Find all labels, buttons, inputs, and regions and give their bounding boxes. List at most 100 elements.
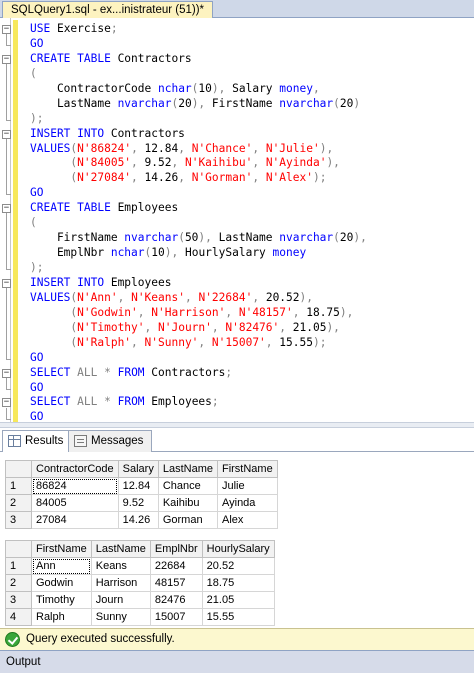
tab-results[interactable]: Results: [2, 430, 73, 453]
code-line[interactable]: GO: [14, 351, 472, 366]
code-line[interactable]: (N'Godwin', N'Harrison', N'48157', 18.75…: [14, 306, 472, 321]
grid-cell[interactable]: Julie: [216, 477, 278, 495]
grid-cell[interactable]: Alex: [216, 511, 278, 529]
output-panel-header[interactable]: Output: [0, 650, 474, 673]
code-token: ),: [353, 231, 367, 245]
code-line[interactable]: GO: [14, 37, 472, 52]
row-number[interactable]: 3: [5, 591, 32, 609]
collapse-region-icon[interactable]: −: [2, 54, 11, 64]
table-row[interactable]: 2 Godwin Harrison 48157 18.75: [5, 574, 275, 592]
row-number[interactable]: 3: [5, 511, 32, 529]
code-line[interactable]: INSERT INTO Contractors −: [2, 127, 472, 142]
grid-cell[interactable]: Godwin: [31, 574, 92, 592]
status-bar: Query executed successfully.: [0, 628, 474, 650]
column-header[interactable]: LastName: [90, 540, 151, 558]
row-number[interactable]: 2: [5, 574, 32, 592]
grid-cell[interactable]: 20.52: [201, 557, 275, 575]
collapse-region-icon[interactable]: −: [2, 25, 11, 34]
row-number[interactable]: 1: [5, 557, 32, 575]
collapse-region-icon[interactable]: −: [2, 278, 11, 288]
code-token: (: [30, 66, 37, 80]
code-line[interactable]: FirstName nvarchar(50), LastName nvarcha…: [14, 231, 472, 246]
column-header[interactable]: FirstName: [31, 540, 92, 558]
grid-cell[interactable]: Gorman: [157, 511, 218, 529]
contractors-results-grid[interactable]: ContractorCode Salary LastName FirstName 18…: [5, 460, 278, 529]
code-lines[interactable]: USE Exercise; − GO CREATE TABLE Contractors…: [2, 22, 472, 422]
grid-cell[interactable]: 22684: [149, 557, 203, 575]
code-token: N'84005': [77, 156, 132, 170]
code-line[interactable]: (N'Timothy', N'Journ', N'82476', 21.05),: [14, 321, 472, 336]
code-line[interactable]: EmplNbr nchar(10), HourlySalary money: [14, 246, 472, 261]
grid-cell[interactable]: Journ: [90, 591, 151, 609]
column-header[interactable]: HourlySalary: [201, 540, 275, 558]
row-number[interactable]: 2: [5, 494, 32, 512]
collapse-region-icon[interactable]: −: [2, 204, 11, 214]
code-token: ALL: [77, 365, 98, 379]
collapse-region-icon[interactable]: −: [2, 129, 11, 139]
document-tab[interactable]: SQLQuery1.sql - ex...inistrateur (51))*: [2, 1, 214, 18]
column-header[interactable]: Salary: [117, 460, 159, 478]
collapse-region-icon[interactable]: −: [2, 398, 11, 408]
grid-cell[interactable]: 15007: [149, 608, 203, 626]
tab-messages[interactable]: Messages: [68, 430, 153, 452]
code-line[interactable]: (: [14, 216, 472, 231]
grid-cell[interactable]: Ayinda: [216, 494, 278, 512]
grid-cell[interactable]: 14.26: [117, 511, 159, 529]
grid-cell[interactable]: Harrison: [90, 574, 151, 592]
grid-cell[interactable]: 27084: [31, 511, 119, 529]
column-header[interactable]: FirstName: [216, 460, 278, 478]
code-line[interactable]: LastName nvarchar(20), FirstName nvarcha…: [14, 97, 472, 112]
row-number[interactable]: 4: [5, 608, 32, 626]
grid-cell[interactable]: 18.75: [201, 574, 275, 592]
grid-cell[interactable]: 48157: [149, 574, 203, 592]
code-line[interactable]: (N'Ralph', N'Sunny', N'15007', 15.55);: [14, 336, 472, 351]
code-line[interactable]: GO: [14, 410, 472, 422]
code-line[interactable]: INSERT INTO Employees −: [2, 276, 472, 291]
code-line[interactable]: );: [14, 261, 472, 276]
code-line[interactable]: USE Exercise; −: [2, 22, 472, 37]
code-line[interactable]: GO: [14, 381, 472, 396]
table-row[interactable]: 4 Ralph Sunny 15007 15.55: [5, 608, 275, 626]
grid-cell[interactable]: 12.84: [117, 477, 159, 495]
query-editor[interactable]: USE Exercise; − GO CREATE TABLE Contractors…: [0, 18, 474, 422]
table-row[interactable]: 1 Ann Keans 22684 20.52: [5, 557, 275, 575]
code-line[interactable]: CREATE TABLE Employees −: [2, 201, 472, 216]
grid-corner[interactable]: [5, 540, 32, 558]
code-line[interactable]: VALUES(N'Ann', N'Keans', N'22684', 20.52…: [14, 291, 472, 306]
column-header[interactable]: LastName: [157, 460, 218, 478]
column-header[interactable]: ContractorCode: [31, 460, 119, 478]
grid-cell[interactable]: Ann: [31, 557, 92, 575]
table-row[interactable]: 1 86824 12.84 Chance Julie: [5, 477, 278, 495]
code-line[interactable]: VALUES(N'86824', 12.84, N'Chance', N'Jul…: [14, 142, 472, 157]
employees-results-grid[interactable]: FirstName LastName EmplNbr HourlySalary 1 An…: [5, 540, 275, 626]
grid-cell[interactable]: 84005: [31, 494, 119, 512]
code-line[interactable]: (: [14, 67, 472, 82]
grid-cell[interactable]: 15.55: [201, 608, 275, 626]
outline-guide: [6, 138, 7, 195]
collapse-region-icon[interactable]: −: [2, 368, 11, 378]
code-line[interactable]: SELECT ALL * FROM Contractors; −: [2, 365, 472, 381]
grid-cell[interactable]: Keans: [90, 557, 151, 575]
code-line[interactable]: );: [14, 112, 472, 127]
table-row[interactable]: 3 27084 14.26 Gorman Alex: [5, 511, 278, 529]
grid-cell[interactable]: Chance: [157, 477, 218, 495]
grid-cell[interactable]: 9.52: [117, 494, 159, 512]
grid-cell[interactable]: 86824: [31, 477, 119, 495]
grid-cell[interactable]: Kaihibu: [157, 494, 218, 512]
table-row[interactable]: 2 84005 9.52 Kaihibu Ayinda: [5, 494, 278, 512]
grid-cell[interactable]: Sunny: [90, 608, 151, 626]
code-line[interactable]: (N'27084', 14.26, N'Gorman', N'Alex');: [14, 171, 472, 186]
grid-cell[interactable]: Ralph: [31, 608, 92, 626]
code-line[interactable]: CREATE TABLE Contractors −: [2, 52, 472, 67]
grid-corner[interactable]: [5, 460, 32, 478]
column-header[interactable]: EmplNbr: [149, 540, 203, 558]
grid-cell[interactable]: Timothy: [31, 591, 92, 609]
code-line[interactable]: GO: [14, 186, 472, 201]
grid-cell[interactable]: 21.05: [201, 591, 275, 609]
code-line[interactable]: SELECT ALL * FROM Employees; −: [2, 395, 472, 410]
row-number[interactable]: 1: [5, 477, 32, 495]
code-line[interactable]: (N'84005', 9.52, N'Kaihibu', N'Ayinda'),: [14, 156, 472, 171]
table-row[interactable]: 3 Timothy Journ 82476 21.05: [5, 591, 275, 609]
grid-cell[interactable]: 82476: [149, 591, 203, 609]
code-line[interactable]: ContractorCode nchar(10), Salary money,: [14, 82, 472, 97]
